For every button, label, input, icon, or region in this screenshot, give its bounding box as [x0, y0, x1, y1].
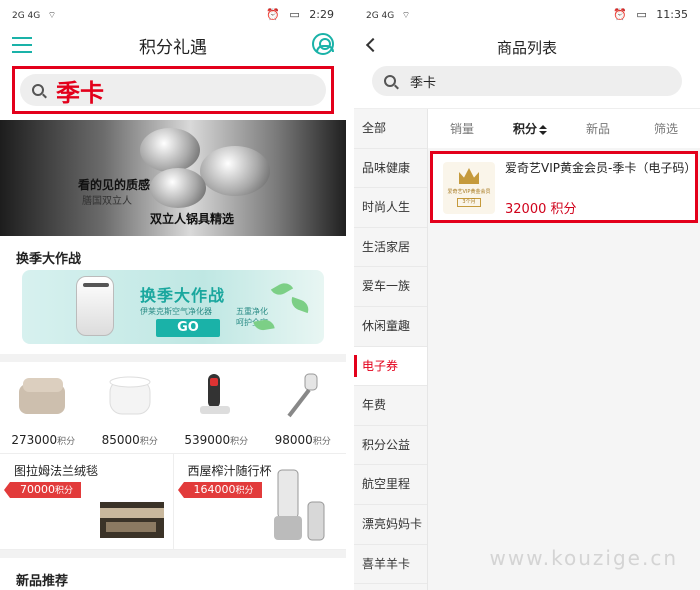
category-item[interactable]: 休闲童趣 [354, 307, 427, 347]
search-input[interactable]: 季卡 [20, 74, 326, 107]
deal-card[interactable]: 西屋榨汁随行杯 164000积分 [174, 454, 347, 549]
category-item[interactable]: 漂亮妈妈卡 [354, 505, 427, 545]
bed-image [100, 502, 164, 538]
deal-name: 图拉姆法兰绒毯 [14, 464, 99, 478]
pot-image [150, 168, 206, 208]
season-banner-title: 换季大作战 [140, 286, 226, 305]
product-card[interactable]: 273000积分 [0, 362, 87, 453]
search-query: 季卡 [410, 75, 437, 91]
season-banner-subtitle: 伊莱克斯空气净化器 [140, 307, 212, 316]
sort-points[interactable]: 积分 [496, 120, 564, 137]
section-title: 换季大作战 [16, 252, 82, 267]
product-list: 销量 积分 新品 筛选 爱奇艺VIP黄金会员 3个月 爱奇艺VIP黄金会员-季卡… [428, 109, 700, 590]
app-header: 商品列表 [354, 28, 700, 66]
search-input[interactable]: 季卡 [372, 66, 682, 96]
battery-icon: ▭ [289, 7, 300, 21]
category-sidebar: 全部 品味健康 时尚人生 生活家居 爱车一族 休闲童趣 电子券 年费 积分公益 … [354, 109, 428, 590]
sort-down-icon [539, 130, 547, 135]
category-item[interactable]: 时尚人生 [354, 188, 427, 228]
pot-image [140, 128, 200, 172]
deal-card[interactable]: 图拉姆法兰绒毯 70000积分 [0, 454, 174, 549]
back-arrow-icon[interactable] [365, 37, 381, 53]
humidifier-icon [109, 376, 151, 415]
watermark: www.kouzige.cn [489, 546, 678, 570]
banner-brand: 膳国双立人 [82, 196, 132, 207]
leaf-decoration [253, 318, 275, 332]
page-title: 商品列表 [496, 38, 557, 57]
app-header: 积分礼遇 [0, 28, 346, 62]
signal-indicator: 2G 4G [12, 10, 41, 21]
product-grid: 273000积分 85000积分 539000积分 98000积分 [0, 362, 346, 454]
category-item[interactable]: 年费 [354, 386, 427, 426]
status-bar: 2G 4G ⌔ ⏰ ▭ 2:29 [0, 0, 346, 28]
section-title: 新品推荐 [0, 550, 346, 590]
blanket-icon [19, 378, 66, 414]
category-item[interactable]: 全部 [354, 109, 427, 149]
promo-banner[interactable]: 看的见的质感 膳国双立人 双立人锅具精选 [0, 120, 346, 236]
category-item-active[interactable]: 电子券 [354, 346, 427, 387]
juicer-image [273, 469, 324, 541]
leaf-decoration [288, 296, 312, 314]
pot-image [200, 146, 270, 196]
deal-price-tag: 70000积分 [3, 482, 82, 498]
sort-bar: 销量 积分 新品 筛选 [428, 109, 700, 148]
go-button[interactable]: GO [156, 319, 220, 337]
search-icon [384, 75, 396, 87]
banner-headline: 看的见的质感 [78, 178, 151, 192]
product-card[interactable]: 85000积分 [87, 362, 174, 453]
alarm-icon: ⏰ [613, 7, 627, 21]
sort-new[interactable]: 新品 [564, 120, 632, 137]
signal-indicator: 2G 4G [366, 10, 395, 21]
product-points: 32000 积分 [505, 202, 577, 217]
product-price: 273000 [11, 433, 58, 447]
search-query: 季卡 [56, 78, 104, 107]
clock-time: 11:35 [656, 7, 688, 21]
season-banner[interactable]: 换季大作战 伊莱克斯空气净化器 GO 五重净化 呵护全家 [22, 270, 324, 344]
wifi-icon: ⌔ [401, 10, 411, 21]
banner-caption: 双立人锅具精选 [150, 212, 235, 226]
category-item[interactable]: 喜羊羊卡 [354, 545, 427, 585]
product-card[interactable]: 539000积分 [173, 362, 260, 453]
product-item[interactable]: 爱奇艺VIP黄金会员 3个月 爱奇艺VIP黄金会员-季卡（电子码） 32000 … [430, 151, 698, 223]
product-name: 爱奇艺VIP黄金会员-季卡（电子码） [505, 161, 697, 175]
search-icon [32, 84, 44, 96]
product-price: 85000 [101, 433, 140, 447]
search-highlight-box: 季卡 [12, 66, 334, 114]
divider [0, 354, 346, 362]
category-item[interactable]: 品味健康 [354, 149, 427, 189]
category-item[interactable]: 爱车一族 [354, 267, 427, 307]
page-title: 积分礼遇 [139, 37, 207, 58]
clock-time: 2:29 [309, 7, 334, 21]
sort-up-icon [539, 124, 547, 129]
air-purifier-image [76, 276, 114, 336]
wifi-icon: ⌔ [47, 10, 57, 21]
status-bar: 2G 4G ⌔ ⏰ ▭ 11:35 [354, 0, 700, 28]
vip-thumbnail: 爱奇艺VIP黄金会员 3个月 [443, 162, 495, 214]
deal-name: 西屋榨汁随行杯 [187, 464, 272, 478]
sort-filter[interactable]: 筛选 [632, 120, 700, 137]
left-screen: 2G 4G ⌔ ⏰ ▭ 2:29 积分礼遇 季卡 看的见的质感 膳国双立人 双立… [0, 0, 346, 590]
user-icon[interactable] [312, 33, 334, 55]
battery-icon: ▭ [636, 7, 647, 21]
deal-price-tag: 164000积分 [177, 482, 262, 498]
product-price: 539000 [184, 433, 231, 447]
menu-icon[interactable] [12, 37, 32, 53]
stick-vacuum-icon [287, 373, 318, 418]
product-price: 98000 [274, 433, 313, 447]
category-item[interactable]: 积分公益 [354, 426, 427, 466]
category-item[interactable]: 生活家居 [354, 228, 427, 268]
list-body: 全部 品味健康 时尚人生 生活家居 爱车一族 休闲童趣 电子券 年费 积分公益 … [354, 108, 700, 590]
handheld-vacuum-icon [200, 374, 231, 414]
category-item[interactable]: 航空里程 [354, 465, 427, 505]
right-screen: 2G 4G ⌔ ⏰ ▭ 11:35 商品列表 季卡 全部 品味健康 时尚人生 生… [354, 0, 700, 590]
deal-row: 图拉姆法兰绒毯 70000积分 西屋榨汁随行杯 164000积分 [0, 454, 346, 550]
sort-sales[interactable]: 销量 [428, 120, 496, 137]
product-card[interactable]: 98000积分 [260, 362, 347, 453]
leaf-decoration [270, 279, 294, 299]
crown-icon [459, 168, 479, 184]
alarm-icon: ⏰ [266, 7, 280, 21]
